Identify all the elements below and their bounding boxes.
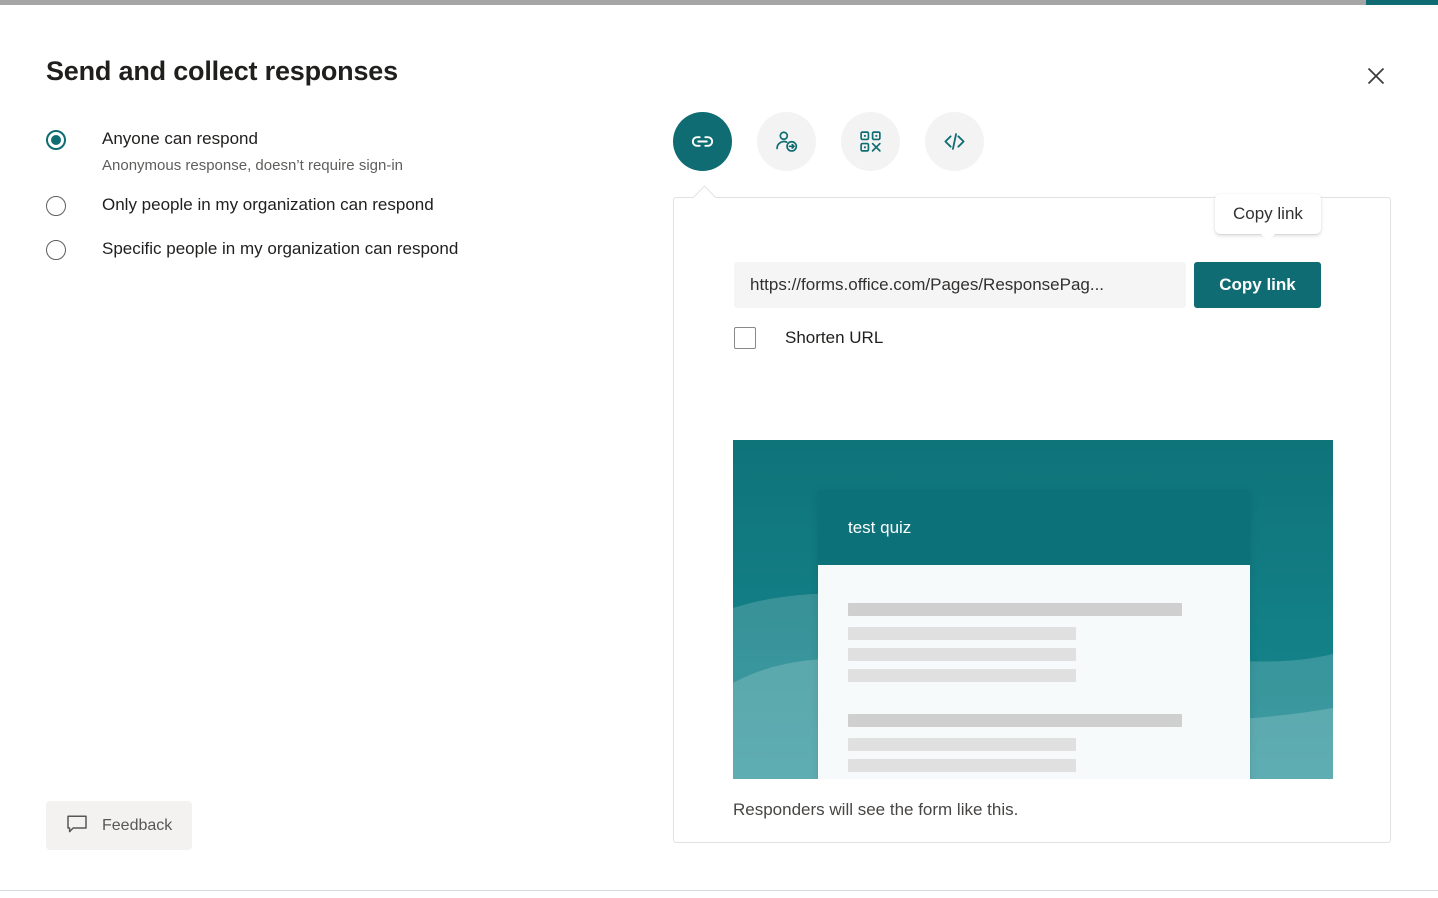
- window-top-hairline: [0, 5, 1438, 6]
- tab-qr-code[interactable]: [841, 112, 900, 171]
- link-icon: [689, 128, 716, 155]
- comment-icon: [66, 813, 88, 838]
- qr-code-icon: [858, 129, 883, 154]
- skeleton-line: [848, 669, 1076, 682]
- preview-form-header: test quiz: [818, 490, 1250, 565]
- feedback-label: Feedback: [102, 817, 172, 835]
- preview-form-body: [818, 565, 1250, 779]
- audience-option-specific-people[interactable]: Specific people in my organization can r…: [46, 238, 626, 260]
- audience-option-group: Anyone can respond Anonymous response, d…: [46, 128, 626, 260]
- skeleton-line: [848, 627, 1076, 640]
- tab-embed-code[interactable]: [925, 112, 984, 171]
- audience-option-label: Specific people in my organization can r…: [102, 239, 458, 258]
- copy-link-button[interactable]: Copy link: [1194, 262, 1321, 308]
- skeleton-line: [848, 714, 1182, 727]
- copy-link-tooltip: Copy link: [1215, 194, 1321, 234]
- share-url-row: Copy link: [734, 262, 1321, 308]
- page-title: Send and collect responses: [46, 56, 398, 87]
- panel-notch: [692, 185, 716, 209]
- invite-person-icon: [773, 128, 800, 155]
- audience-option-description: Anonymous response, doesn’t require sign…: [102, 156, 403, 176]
- shorten-url-row[interactable]: Shorten URL: [734, 327, 883, 349]
- close-icon: [1366, 66, 1386, 86]
- feedback-button[interactable]: Feedback: [46, 801, 192, 850]
- audience-option-label: Anyone can respond: [102, 129, 258, 148]
- preview-caption: Responders will see the form like this.: [733, 800, 1018, 820]
- audience-option-label: Only people in my organization can respo…: [102, 195, 434, 214]
- preview-form-card: test quiz: [818, 490, 1250, 779]
- link-share-panel: Copy link Copy link Shorten URL: [673, 197, 1391, 843]
- radio-anyone[interactable]: [46, 130, 66, 150]
- shorten-url-label: Shorten URL: [785, 328, 883, 348]
- skeleton-line: [848, 759, 1076, 772]
- tab-link[interactable]: [673, 112, 732, 171]
- audience-option-organization[interactable]: Only people in my organization can respo…: [46, 194, 626, 216]
- audience-option-anyone[interactable]: Anyone can respond Anonymous response, d…: [46, 128, 626, 176]
- skeleton-line: [848, 738, 1076, 751]
- send-collect-responses-dialog: Send and collect responses Anyone can re…: [0, 0, 1438, 898]
- share-panel: Copy link Copy link Shorten URL: [673, 112, 1391, 843]
- share-method-tabs: [673, 112, 1391, 171]
- radio-specific-people[interactable]: [46, 240, 66, 260]
- share-url-input[interactable]: [734, 262, 1186, 308]
- skeleton-line: [848, 603, 1182, 616]
- form-preview-thumbnail: test quiz: [733, 440, 1333, 779]
- radio-organization[interactable]: [46, 196, 66, 216]
- shorten-url-checkbox[interactable]: [734, 327, 756, 349]
- close-button[interactable]: [1358, 58, 1394, 94]
- tab-invite-people[interactable]: [757, 112, 816, 171]
- embed-code-icon: [941, 128, 968, 155]
- preview-form-title: test quiz: [848, 518, 911, 538]
- window-bottom-hairline: [0, 890, 1438, 891]
- skeleton-line: [848, 648, 1076, 661]
